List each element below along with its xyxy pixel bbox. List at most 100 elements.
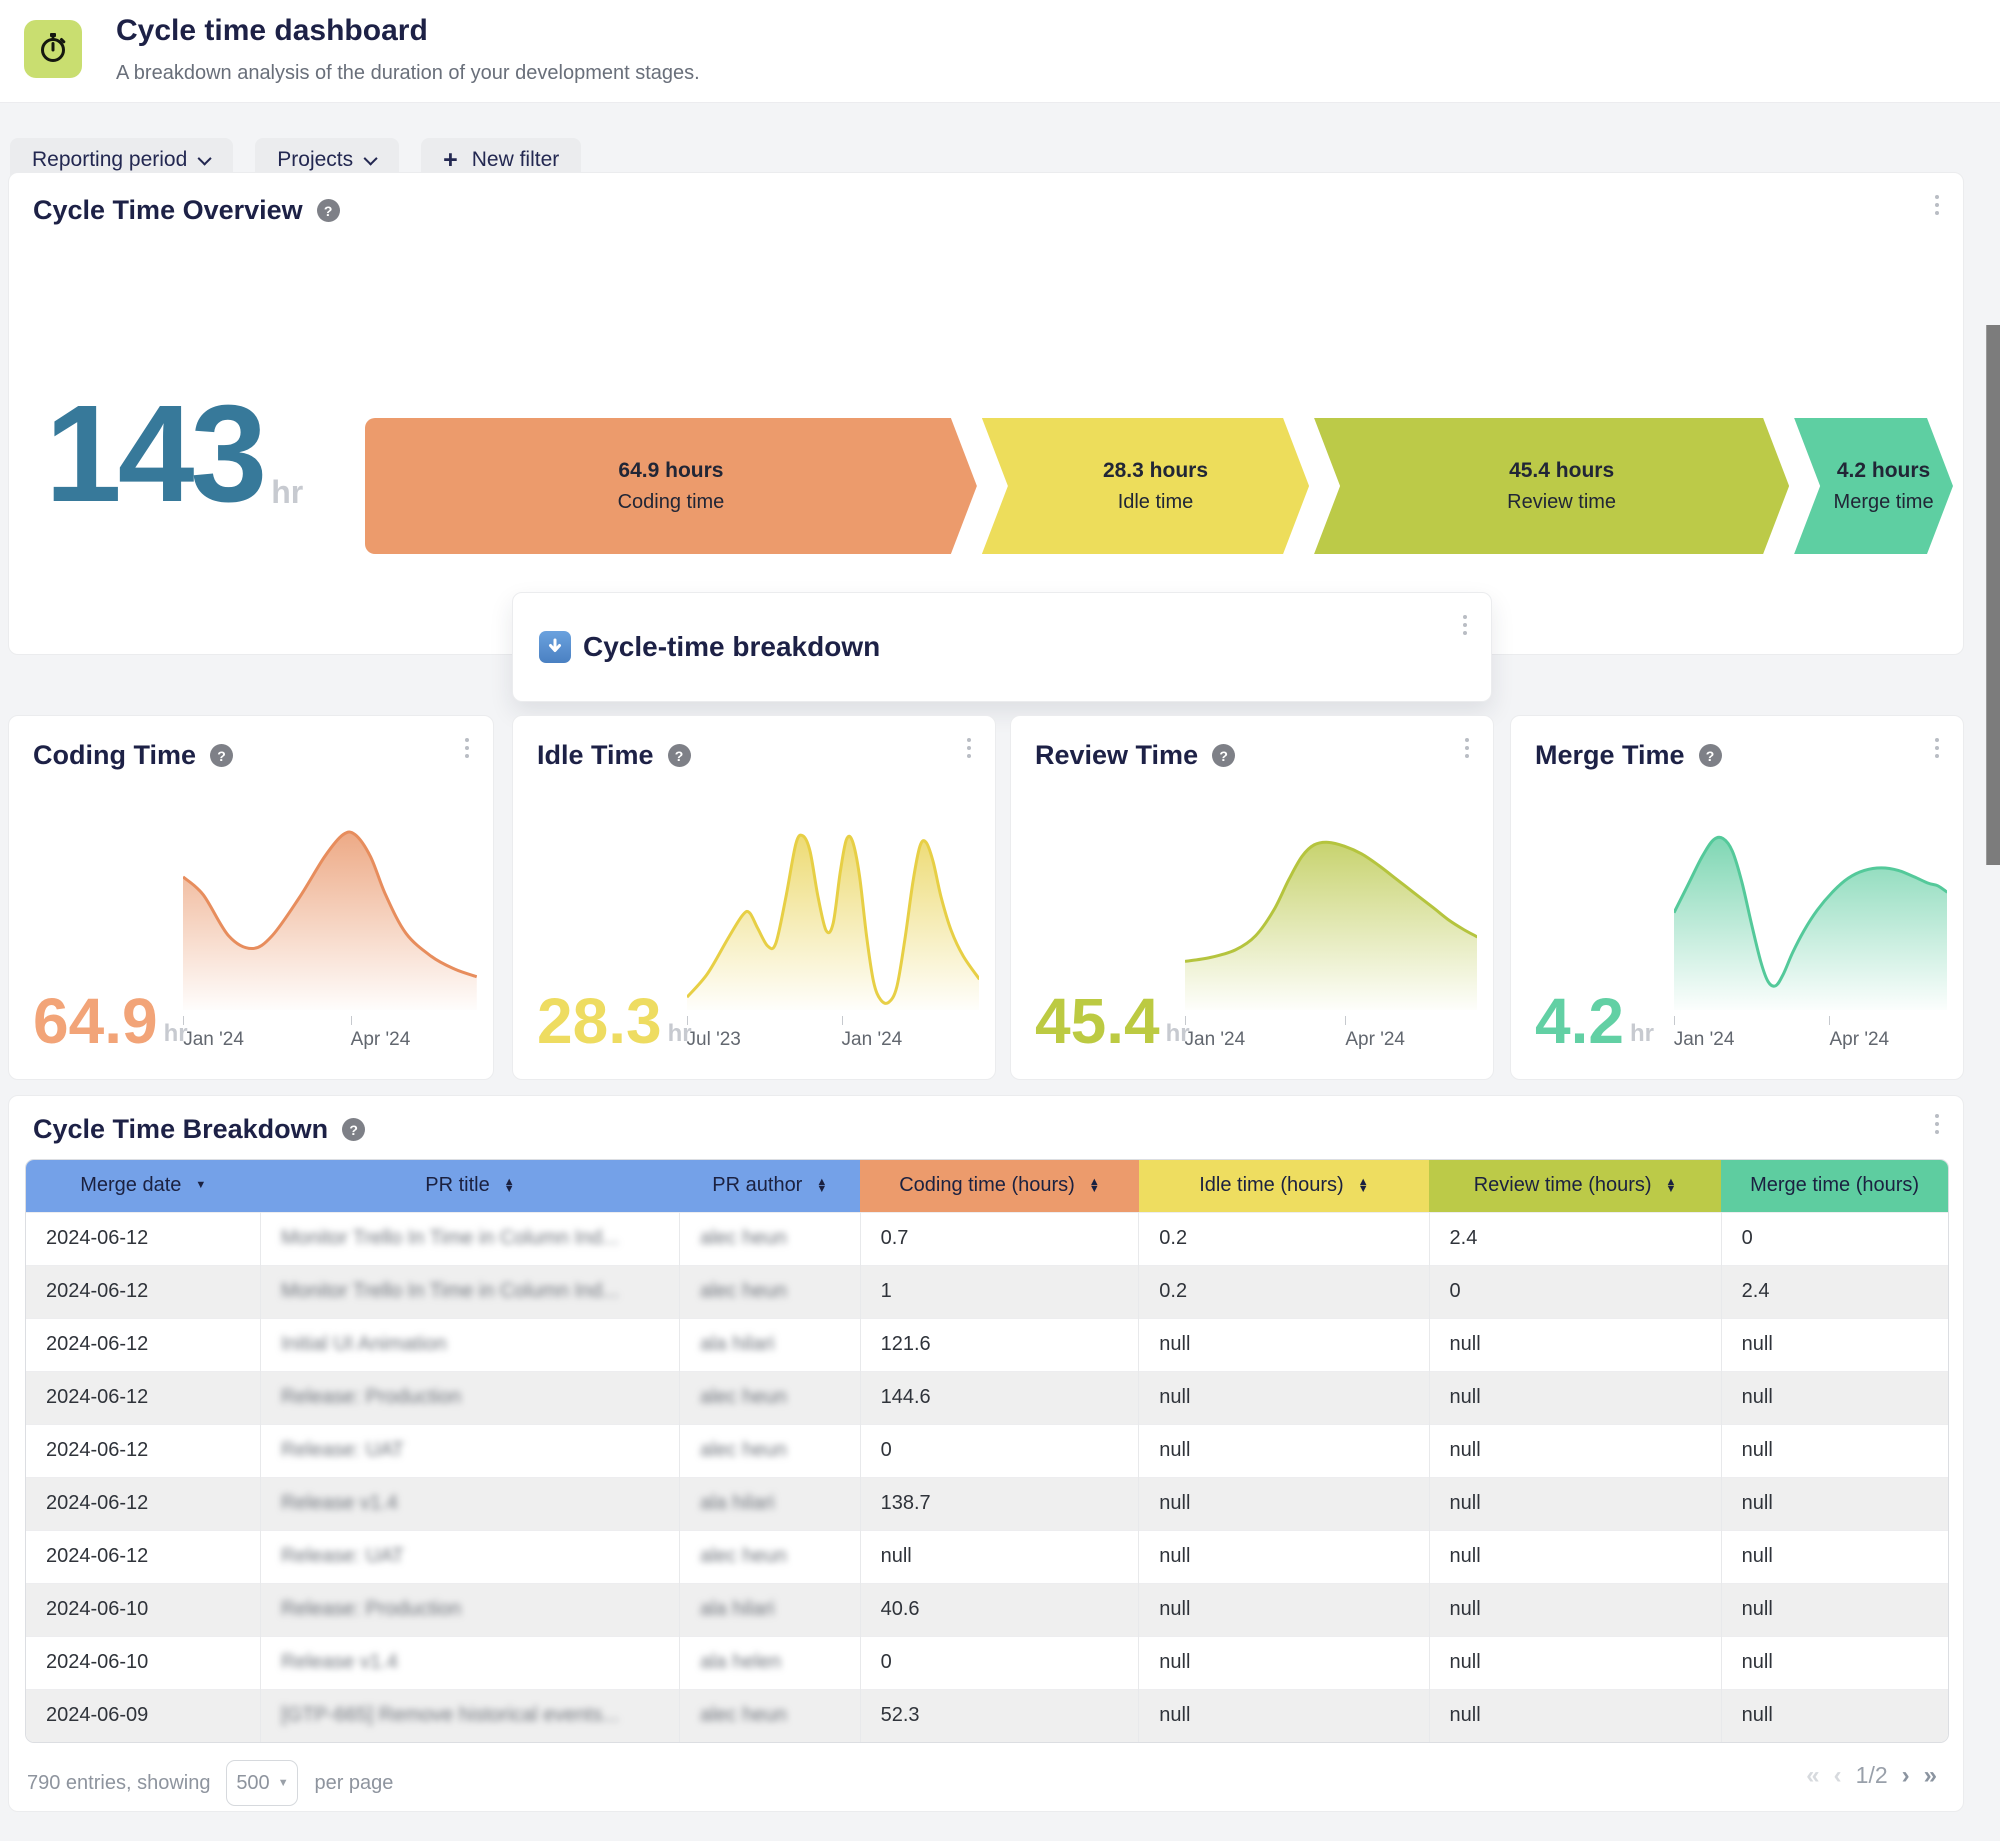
- coding-time-cell: 138.7: [860, 1477, 1139, 1530]
- column-header-coding-time-hours-[interactable]: Coding time (hours) ▲▼: [860, 1160, 1139, 1212]
- metric-value: 64.9hr: [33, 989, 188, 1053]
- overview-title: Cycle Time Overview: [33, 195, 303, 226]
- x-axis: Jan '24Apr '24: [183, 1016, 477, 1056]
- idle-time-cell: 0.2: [1139, 1265, 1429, 1318]
- cycle-time-breakdown-card: Cycle Time Breakdown ? Merge date▼PR tit…: [8, 1095, 1964, 1812]
- coding-time-cell: 0: [860, 1424, 1139, 1477]
- table-row[interactable]: 2024-06-12Monitor Trello In Time in Colu…: [26, 1212, 1948, 1265]
- vertical-scrollbar[interactable]: [1986, 325, 2000, 865]
- metric-card-title: Idle Time: [537, 740, 654, 771]
- caret-down-icon: ▼: [278, 1777, 289, 1789]
- review-time-cell: null: [1429, 1477, 1721, 1530]
- pr-title-cell: Release: Production: [260, 1371, 679, 1424]
- column-header-merge-date[interactable]: Merge date▼: [26, 1160, 260, 1212]
- idle-time-cell: null: [1139, 1371, 1429, 1424]
- table-row[interactable]: 2024-06-12Monitor Trello In Time in Colu…: [26, 1265, 1948, 1318]
- coding-time-cell: 144.6: [860, 1371, 1139, 1424]
- funnel-hours: 45.4 hours: [1489, 459, 1614, 483]
- pr-author-cell: ala helen: [679, 1636, 860, 1689]
- help-icon[interactable]: ?: [668, 744, 691, 767]
- merge-date-cell: 2024-06-12: [26, 1318, 260, 1371]
- axis-tick: [351, 1016, 352, 1025]
- pr-author-cell: alec heun: [679, 1530, 860, 1583]
- merge-date-cell: 2024-06-12: [26, 1424, 260, 1477]
- column-label: Review time (hours): [1474, 1174, 1652, 1197]
- help-icon[interactable]: ?: [342, 1118, 365, 1141]
- first-page-button[interactable]: «: [1806, 1764, 1819, 1788]
- pr-title-cell: Release v1.4: [260, 1477, 679, 1530]
- metric-value: 28.3hr: [537, 989, 692, 1053]
- kebab-menu-icon[interactable]: [967, 738, 971, 758]
- review-time-cell: null: [1429, 1371, 1721, 1424]
- table-row[interactable]: 2024-06-09[GTP-665] Remove historical ev…: [26, 1689, 1948, 1742]
- table-row[interactable]: 2024-06-12Release: Productionalec heun14…: [26, 1371, 1948, 1424]
- metric-card-title: Merge Time: [1535, 740, 1685, 771]
- help-icon[interactable]: ?: [210, 744, 233, 767]
- idle-time-cell: null: [1139, 1477, 1429, 1530]
- entries-count-text: 790 entries, showing: [27, 1772, 210, 1795]
- pr-title-cell: Monitor Trello In Time in Column Ind...: [260, 1265, 679, 1318]
- merge-time-cell: null: [1721, 1424, 1948, 1477]
- stopwatch-icon: [36, 30, 70, 69]
- cycle-time-overview-card: Cycle Time Overview ? 143 hr 64.9 hoursC…: [8, 172, 1964, 655]
- pr-title-cell: [GTP-665] Remove historical events...: [260, 1689, 679, 1742]
- idle-time-cell: null: [1139, 1424, 1429, 1477]
- review-time-cell: null: [1429, 1583, 1721, 1636]
- pr-author-cell: ala hilari: [679, 1318, 860, 1371]
- axis-label: Apr '24: [351, 1029, 411, 1051]
- column-header-idle-time-hours-[interactable]: Idle time (hours)▲▼: [1139, 1160, 1429, 1212]
- next-page-button[interactable]: ›: [1902, 1764, 1910, 1788]
- table-title: Cycle Time Breakdown: [33, 1114, 328, 1145]
- column-label: Coding time (hours): [899, 1174, 1075, 1197]
- cycle-time-breakdown-popup[interactable]: Cycle-time breakdown: [512, 592, 1492, 702]
- kebab-menu-icon[interactable]: [1465, 738, 1469, 758]
- merge-date-cell: 2024-06-10: [26, 1583, 260, 1636]
- funnel-stage-label: Coding time: [618, 491, 725, 514]
- table-row[interactable]: 2024-06-12Release: UATalec heunnullnulln…: [26, 1530, 1948, 1583]
- per-page-select[interactable]: 500 ▼: [226, 1760, 298, 1806]
- metric-card-title: Coding Time: [33, 740, 196, 771]
- table-row[interactable]: 2024-06-10Release: Productionala hilari4…: [26, 1583, 1948, 1636]
- help-icon[interactable]: ?: [317, 199, 340, 222]
- help-icon[interactable]: ?: [1212, 744, 1235, 767]
- merge-time-cell: null: [1721, 1530, 1948, 1583]
- kebab-menu-icon[interactable]: [465, 738, 469, 758]
- column-header-merge-time-hours-[interactable]: Merge time (hours): [1721, 1160, 1948, 1212]
- kebab-menu-icon[interactable]: [1935, 738, 1939, 758]
- kebab-menu-icon[interactable]: [1935, 1114, 1939, 1134]
- review-time-cell: null: [1429, 1636, 1721, 1689]
- x-axis: Jan '24Apr '24: [1674, 1016, 1947, 1056]
- column-header-pr-title[interactable]: PR title▲▼: [260, 1160, 679, 1212]
- page-title: Cycle time dashboard: [116, 14, 428, 48]
- table-row[interactable]: 2024-06-12Initial UI Animationala hilari…: [26, 1318, 1948, 1371]
- table-row[interactable]: 2024-06-12Release: UATalec heun0nullnull…: [26, 1424, 1948, 1477]
- merge-time-cell: null: [1721, 1371, 1948, 1424]
- sort-icon: ▲▼: [1089, 1179, 1100, 1193]
- reporting-period-label: Reporting period: [32, 148, 187, 172]
- column-header-pr-author[interactable]: PR author▲▼: [679, 1160, 860, 1212]
- pr-table: Merge date▼PR title▲▼PR author▲▼Coding t…: [25, 1159, 1949, 1743]
- column-label: Merge date: [80, 1174, 181, 1197]
- cycle-time-total: 143 hr: [45, 385, 303, 523]
- down-arrow-emoji: [539, 631, 571, 663]
- table-row[interactable]: 2024-06-10Release v1.4ala helen0nullnull…: [26, 1636, 1948, 1689]
- funnel-stage-label: Idle time: [1098, 491, 1194, 514]
- kebab-menu-icon[interactable]: [1935, 195, 1939, 215]
- prev-page-button[interactable]: ‹: [1834, 1764, 1842, 1788]
- coding-time-cell: 0.7: [860, 1212, 1139, 1265]
- pr-author-cell: ala hilari: [679, 1477, 860, 1530]
- pr-author-cell: alec heun: [679, 1424, 860, 1477]
- axis-label: Jan '24: [842, 1029, 903, 1051]
- funnel-hours: 4.2 hours: [1817, 459, 1930, 483]
- app-header: Cycle time dashboard A breakdown analysi…: [0, 0, 2000, 103]
- column-header-review-time-hours-[interactable]: Review time (hours)▲▼: [1429, 1160, 1721, 1212]
- pr-title-cell: Release v1.4: [260, 1636, 679, 1689]
- coding-time-cell: null: [860, 1530, 1139, 1583]
- table-row[interactable]: 2024-06-12Release v1.4ala hilari138.7nul…: [26, 1477, 1948, 1530]
- merge-time-cell: null: [1721, 1477, 1948, 1530]
- help-icon[interactable]: ?: [1699, 744, 1722, 767]
- sort-icon: ▲▼: [504, 1179, 515, 1193]
- last-page-button[interactable]: »: [1924, 1764, 1937, 1788]
- kebab-menu-icon[interactable]: [1463, 615, 1467, 635]
- pr-author-cell: alec heun: [679, 1265, 860, 1318]
